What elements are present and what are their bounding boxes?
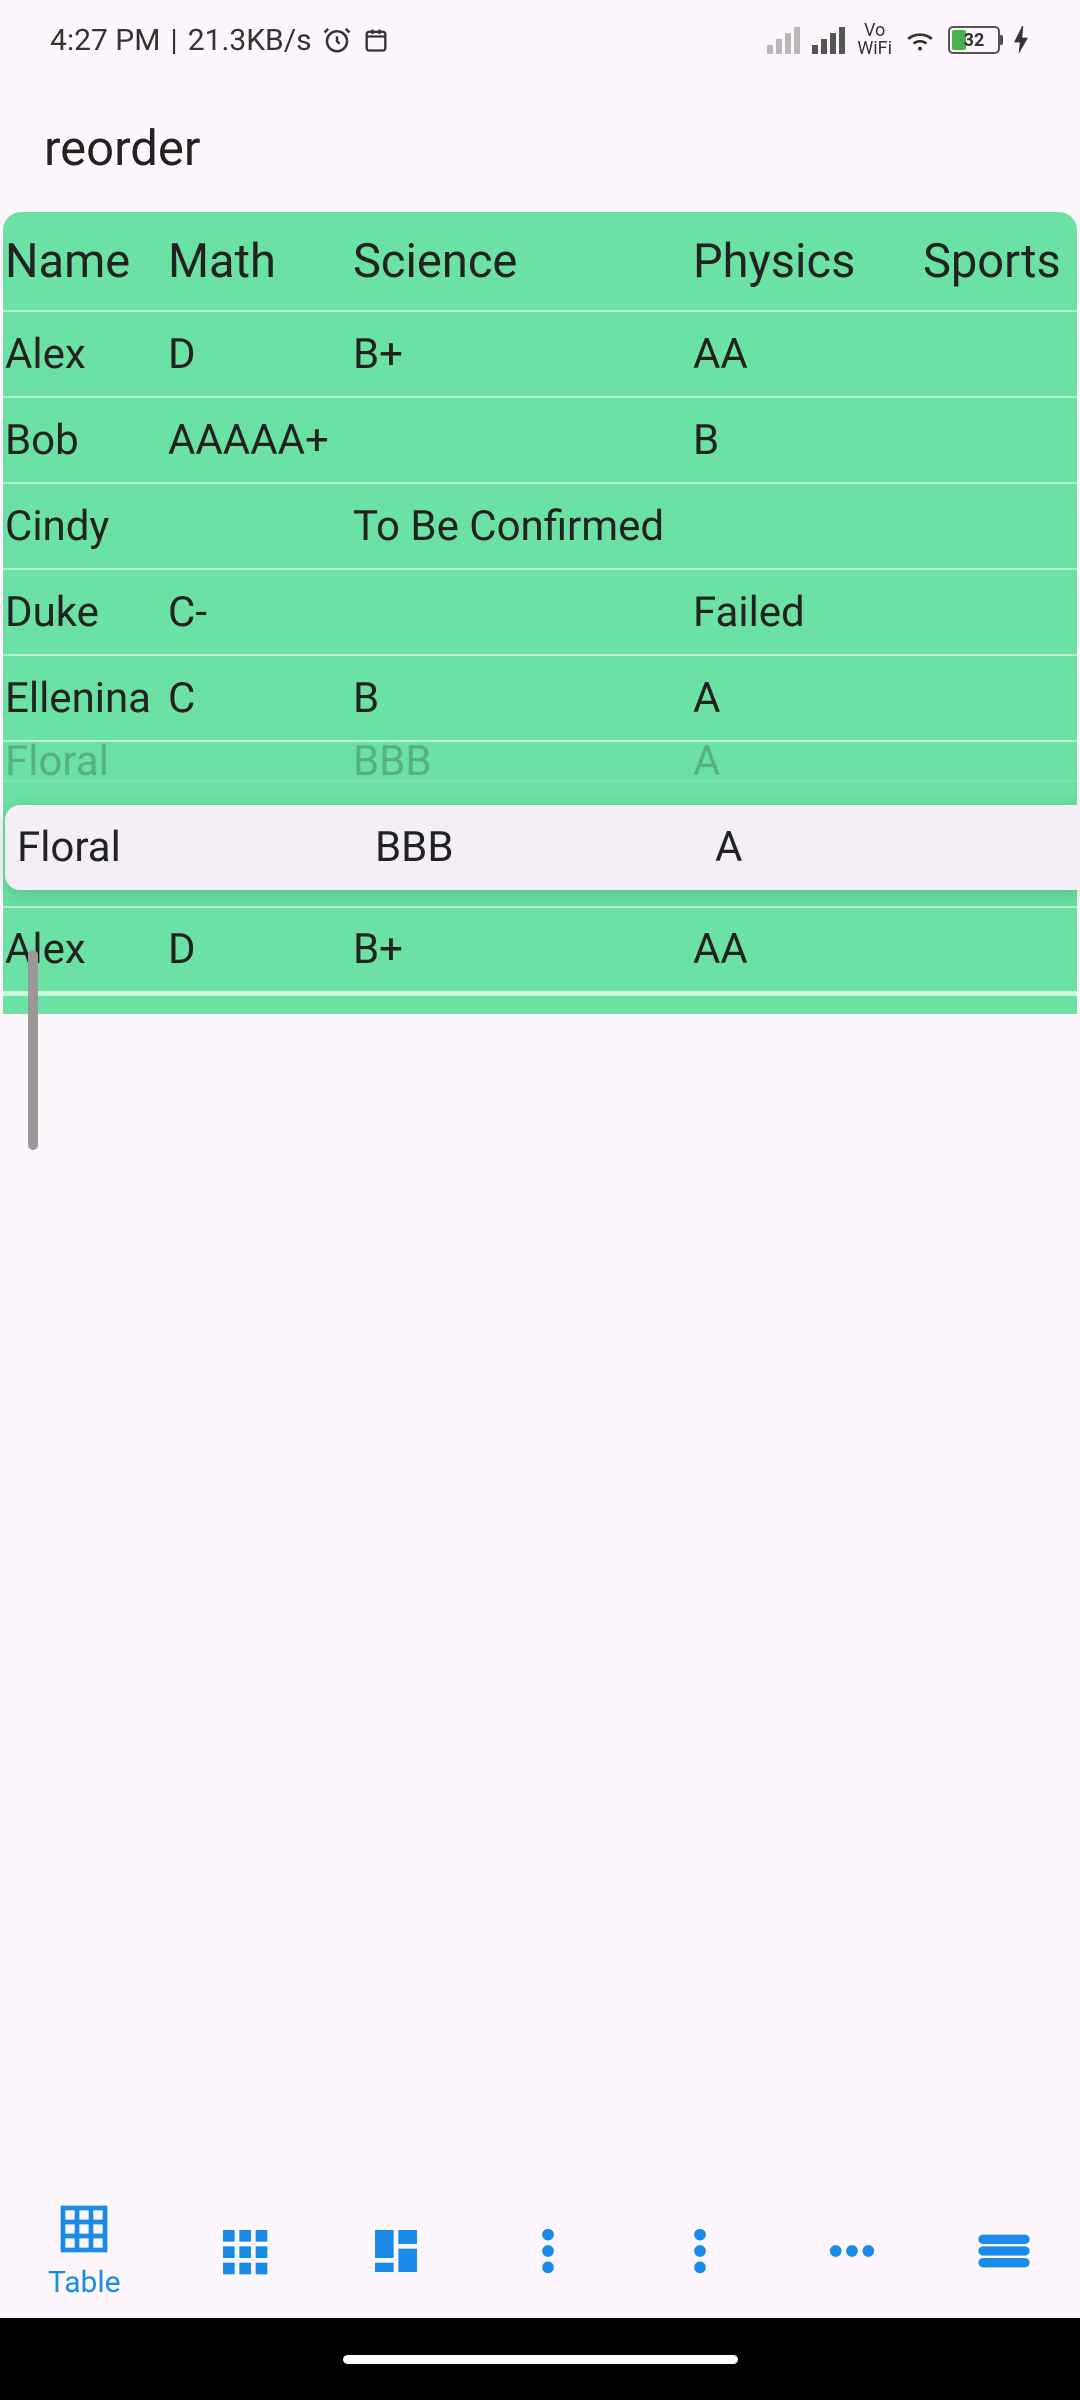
table-row[interactable]: Alex D B+ AA <box>3 312 1077 398</box>
nav-grid[interactable] <box>216 2223 272 2279</box>
table-row[interactable]: Ellenina C B A <box>3 656 1077 742</box>
table-row[interactable]: Duke C- Failed <box>3 570 1077 656</box>
status-bar: 4:27 PM | 21.3KB/s Vo WiFi 32 <box>0 0 1080 80</box>
dashboard-icon <box>368 2223 424 2279</box>
more-vert-icon <box>520 2223 576 2279</box>
wifi-icon <box>904 24 936 56</box>
header-math[interactable]: Math <box>168 234 353 289</box>
table-row[interactable]: Bob AAAAA+ B <box>3 398 1077 484</box>
nav-more-horiz[interactable] <box>824 2223 880 2279</box>
table-header-row: Name Math Science Physics Sports <box>3 212 1077 312</box>
scroll-indicator <box>28 950 38 1150</box>
table-row[interactable]: Cindy To Be Confirmed <box>3 484 1077 570</box>
table-row[interactable]: Alex D B+ AA <box>3 908 1077 994</box>
data-table: Name Math Science Physics Sports Alex D … <box>3 212 1077 1014</box>
system-nav-bar <box>0 2318 1080 2400</box>
dragging-row[interactable]: Floral BBB A <box>5 805 1080 890</box>
signal-icon-1 <box>767 26 800 54</box>
header-physics[interactable]: Physics <box>693 234 923 289</box>
header-science[interactable]: Science <box>353 234 693 289</box>
nav-menu[interactable] <box>976 2223 1032 2279</box>
nav-more-2[interactable] <box>672 2223 728 2279</box>
vo-wifi-label: Vo WiFi <box>857 22 892 58</box>
nav-dashboard[interactable] <box>368 2223 424 2279</box>
battery-icon: 32 <box>948 26 1000 54</box>
nav-more-1[interactable] <box>520 2223 576 2279</box>
table-grid-icon <box>56 2201 112 2257</box>
home-indicator[interactable] <box>343 2355 738 2364</box>
table-footer <box>3 994 1077 1014</box>
calendar-icon <box>362 26 390 54</box>
header-name[interactable]: Name <box>3 234 168 289</box>
charging-icon <box>1012 26 1030 54</box>
apps-grid-icon <box>216 2223 272 2279</box>
header-sports[interactable]: Sports <box>923 234 1077 289</box>
status-data-rate: 21.3KB/s <box>188 23 312 58</box>
nav-table[interactable]: Table <box>48 2201 121 2300</box>
nav-table-label: Table <box>48 2265 121 2300</box>
bottom-nav: Table <box>0 2183 1080 2318</box>
status-time: 4:27 PM <box>50 23 160 58</box>
alarm-icon <box>322 25 352 55</box>
table-row-ghost-top: Floral BBB A <box>3 742 1077 782</box>
page-title: reorder <box>0 80 1080 212</box>
more-horiz-icon <box>824 2223 880 2279</box>
menu-icon <box>976 2223 1032 2279</box>
signal-icon-2 <box>812 26 845 54</box>
more-vert-icon <box>672 2223 728 2279</box>
